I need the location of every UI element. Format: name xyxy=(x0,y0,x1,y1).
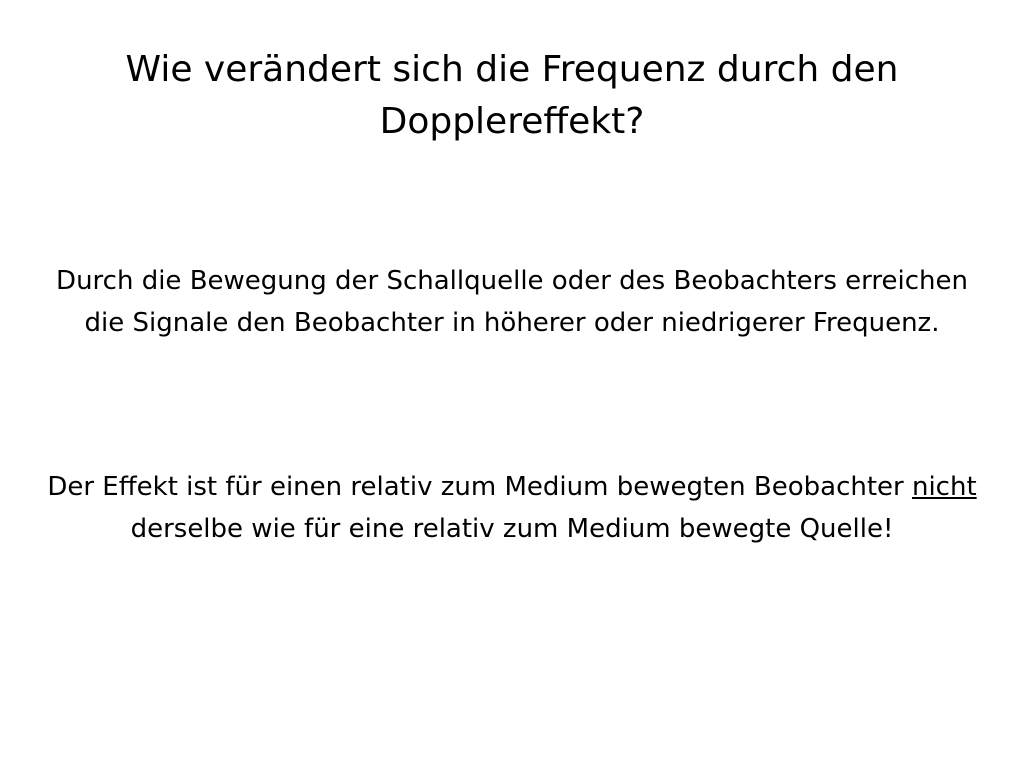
paragraph-observer-vs-source: Der Effekt ist für einen relativ zum Med… xyxy=(40,466,984,550)
paragraph-doppler-explanation: Durch die Bewegung der Schallquelle oder… xyxy=(56,266,968,338)
slide: Wie verändert sich die Frequenz durch de… xyxy=(0,0,1024,768)
emphasis-underlined-word: nicht xyxy=(911,472,977,502)
slide-title: Wie verändert sich die Frequenz durch de… xyxy=(125,49,899,142)
paragraph-text-part-2: derselbe wie für eine relativ zum Medium… xyxy=(130,514,894,544)
paragraph-text-part-1: Der Effekt ist für einen relativ zum Med… xyxy=(47,472,912,502)
